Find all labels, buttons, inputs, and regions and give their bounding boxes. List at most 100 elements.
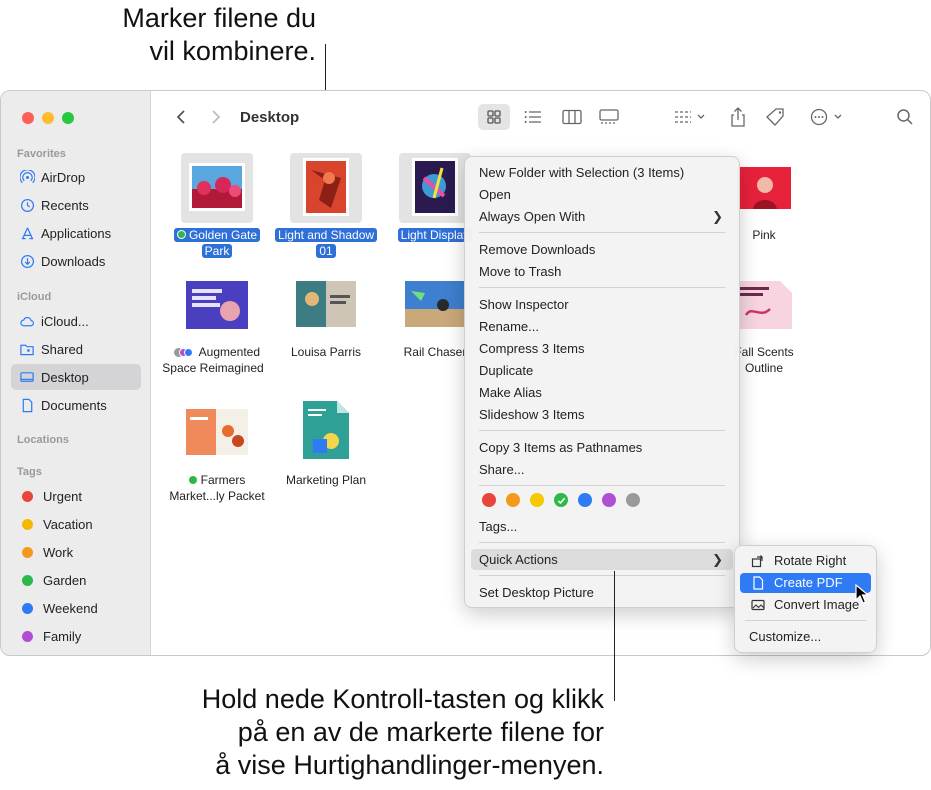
sidebar-item-label: Family [43, 628, 82, 644]
sidebar-item-recents[interactable]: Recents [11, 192, 141, 218]
tag-color-blue[interactable] [578, 493, 592, 507]
menu-item-move-to-trash[interactable]: Move to Trash [471, 261, 733, 282]
sidebar-item-airdrop[interactable]: AirDrop [11, 164, 141, 190]
menu-item-always-open-with[interactable]: Always Open With ❯ [471, 206, 733, 227]
sidebar-item-icloud[interactable]: iCloud... [11, 308, 141, 334]
file-marketing-plan[interactable]: Marketing Plan [271, 401, 381, 519]
column-view-button[interactable] [558, 106, 586, 128]
callout-bottom-line1: Hold nede Kontroll-tasten og klikk [201, 684, 604, 714]
sidebar-item-label: Downloads [41, 253, 106, 269]
tag-color-gray[interactable] [626, 493, 640, 507]
sidebar-tag-family[interactable]: Family [11, 623, 141, 649]
tag-color-dot [22, 630, 33, 642]
sidebar-item-downloads[interactable]: Downloads [11, 248, 141, 274]
menu-item-quick-actions[interactable]: Quick Actions ❯ [471, 549, 733, 570]
callout-bottom-line2: på en av de markerte filene for [237, 717, 604, 747]
sidebar-tag-urgent[interactable]: Urgent [11, 483, 141, 509]
thumbnail-rail-chaser [405, 281, 465, 327]
menu-item-new-folder-with-selection[interactable]: New Folder with Selection (3 Items) [471, 162, 733, 183]
tags-header: Tags [17, 466, 42, 478]
list-icon [524, 111, 541, 123]
sidebar-item-label: Vacation [43, 516, 93, 532]
document-icon [19, 397, 35, 413]
file-name: Louisa Parris [290, 345, 362, 359]
group-icon [675, 111, 705, 123]
sidebar-item-applications[interactable]: Applications [11, 220, 141, 246]
forward-button[interactable] [206, 106, 226, 128]
tag-dot [176, 230, 186, 239]
group-by-button[interactable] [669, 106, 711, 128]
submenu-item-create-pdf[interactable]: Create PDF [740, 573, 871, 593]
menu-item-tags[interactable]: Tags... [471, 516, 733, 537]
tag-color-purple[interactable] [602, 493, 616, 507]
list-view-button[interactable] [519, 106, 547, 128]
file-farmers-market[interactable]: Farmers Market...ly Packet [162, 409, 272, 519]
mouse-cursor-icon [855, 584, 869, 604]
tag-color-green[interactable] [554, 493, 568, 507]
back-button[interactable] [171, 106, 191, 128]
sidebar-tag-vacation[interactable]: Vacation [11, 511, 141, 537]
airdrop-icon [19, 169, 35, 185]
menu-item-compress[interactable]: Compress 3 Items [471, 338, 733, 359]
shared-folder-icon [19, 341, 35, 357]
minimize-window-button[interactable] [42, 112, 54, 124]
sidebar-item-desktop[interactable]: Desktop [11, 364, 141, 390]
menu-item-copy-pathnames[interactable]: Copy 3 Items as Pathnames [471, 437, 733, 458]
locations-header: Locations [17, 434, 69, 446]
zoom-window-button[interactable] [62, 112, 74, 124]
sidebar-tag-garden[interactable]: Garden [11, 567, 141, 593]
menu-separator [479, 287, 725, 288]
file-name-line2: Park [204, 244, 230, 258]
icon-view-button[interactable] [478, 104, 510, 130]
leader-line-bottom [614, 571, 615, 701]
file-name: Golden Gate Park [173, 228, 261, 258]
menu-item-slideshow[interactable]: Slideshow 3 Items [471, 404, 733, 425]
document-icon [753, 576, 764, 590]
thumbnail-farmers [186, 409, 248, 455]
menu-separator [479, 232, 725, 233]
icloud-header: iCloud [17, 291, 52, 303]
menu-item-set-desktop-picture[interactable]: Set Desktop Picture [471, 582, 733, 603]
sidebar-item-label: Recents [41, 197, 89, 213]
submenu-item-convert-image[interactable]: Convert Image [740, 595, 871, 615]
tag-color-yellow[interactable] [530, 493, 544, 507]
gallery-icon [599, 109, 619, 124]
tag-color-orange[interactable] [506, 493, 520, 507]
submenu-item-rotate-right[interactable]: Rotate Right [740, 551, 871, 571]
tag-color-red[interactable] [482, 493, 496, 507]
menu-item-remove-downloads[interactable]: Remove Downloads [471, 239, 733, 260]
applications-icon [19, 225, 35, 241]
close-window-button[interactable] [22, 112, 34, 124]
file-name-line2: Space Reimagined [162, 361, 264, 375]
menu-item-rename[interactable]: Rename... [471, 316, 733, 337]
file-name-line1: Fall Scents [734, 345, 794, 359]
file-golden-gate-park[interactable]: Golden Gate Park [162, 153, 272, 263]
thumbnail-golden-gate [189, 163, 245, 211]
thumbnail-augmented [186, 281, 248, 329]
gallery-view-button[interactable] [595, 106, 623, 128]
menu-item-show-inspector[interactable]: Show Inspector [471, 294, 733, 315]
sidebar-tag-weekend[interactable]: Weekend [11, 595, 141, 621]
sidebar-item-label: Shared [41, 341, 83, 357]
file-light-and-shadow[interactable]: Light and Shadow 01 [271, 153, 381, 263]
sidebar-item-shared[interactable]: Shared [11, 336, 141, 362]
submenu-item-customize[interactable]: Customize... [740, 627, 871, 647]
tag-color-dot [22, 546, 33, 558]
file-louisa-parris[interactable]: Louisa Parris [271, 281, 381, 391]
menu-item-open[interactable]: Open [471, 184, 733, 205]
file-name: Light Display [397, 228, 473, 242]
menu-item-duplicate[interactable]: Duplicate [471, 360, 733, 381]
file-name-line1: Farmers [200, 473, 246, 487]
tag-button[interactable] [763, 106, 789, 128]
sidebar-tag-work[interactable]: Work [11, 539, 141, 565]
action-menu-button[interactable] [807, 106, 847, 128]
sidebar-item-documents[interactable]: Documents [11, 392, 141, 418]
file-augmented-space[interactable]: Augmented Space Reimagined [162, 281, 272, 391]
share-button[interactable] [726, 106, 750, 128]
thumbnail-fall-scents [736, 281, 792, 329]
menu-item-share[interactable]: Share... [471, 459, 733, 480]
menu-item-make-alias[interactable]: Make Alias [471, 382, 733, 403]
tag-color-dot [22, 574, 33, 586]
search-button[interactable] [893, 106, 917, 128]
file-name-line2: Outline [744, 361, 784, 375]
